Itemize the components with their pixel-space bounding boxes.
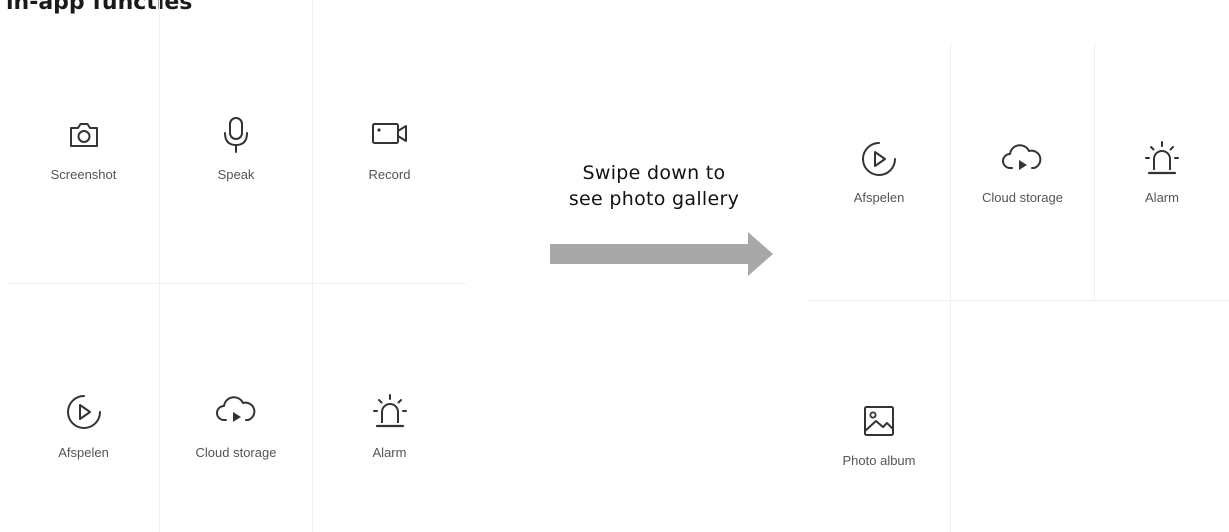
swipe-hint: Swipe down to see photo gallery (548, 160, 760, 212)
video-camera-icon (372, 123, 407, 144)
tile-label: Afspelen (58, 445, 109, 460)
alarm-button[interactable]: Alarm (1095, 100, 1229, 260)
photo-icon (864, 406, 894, 436)
cloud-storage-button[interactable]: Cloud storage (160, 310, 312, 510)
tile-label: Photo album (842, 453, 916, 468)
microphone-icon (224, 117, 248, 153)
playback-button[interactable]: Afspelen (808, 100, 950, 260)
tile-label: Screenshot (50, 167, 117, 182)
tile-label: Cloud storage (195, 445, 277, 460)
swipe-hint-line: see photo gallery (568, 188, 740, 210)
record-button[interactable]: Record (313, 60, 466, 260)
photo-album-button[interactable]: Photo album (808, 360, 950, 520)
divider (808, 300, 1229, 301)
tile-label: Alarm (372, 445, 407, 460)
tile-label: Speak (217, 167, 255, 182)
camera-icon (70, 123, 98, 147)
playback-icon (67, 395, 101, 429)
cloud-storage-button[interactable]: Cloud storage (951, 100, 1094, 260)
siren-icon (1145, 141, 1179, 175)
divider (8, 283, 466, 284)
cloud-play-icon (216, 396, 256, 422)
cloud-play-icon (1002, 144, 1042, 170)
tile-label: Afspelen (853, 190, 905, 205)
playback-button[interactable]: Afspelen (8, 310, 159, 510)
right-arrow-icon (550, 232, 773, 276)
siren-icon (373, 394, 407, 428)
screenshot-button[interactable]: Screenshot (8, 60, 159, 260)
page-heading: in-app functies (6, 0, 193, 15)
alarm-button[interactable]: Alarm (313, 310, 466, 510)
swipe-hint-line: Swipe down to (582, 162, 726, 184)
tile-label: Record (368, 167, 411, 182)
speak-button[interactable]: Speak (160, 60, 312, 260)
tile-label: Cloud storage (982, 190, 1063, 205)
playback-icon (862, 142, 896, 176)
tile-label: Alarm (1145, 190, 1179, 205)
